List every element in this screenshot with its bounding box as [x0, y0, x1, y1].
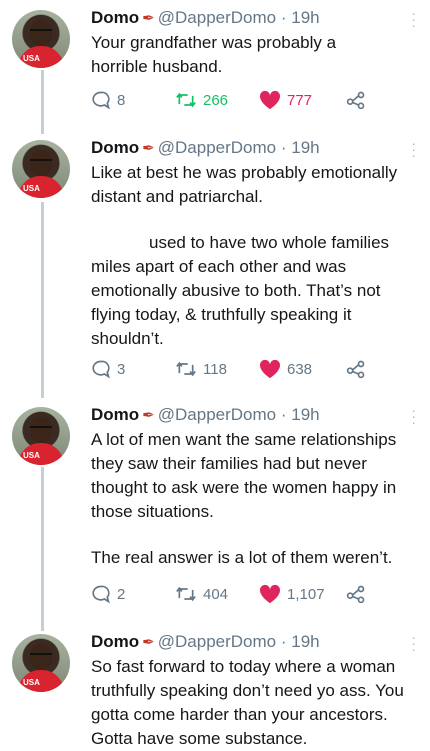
- retweet-count: 118: [203, 360, 227, 378]
- retweet-icon: [176, 92, 196, 108]
- tweet-paragraph: Like at best he was probably emotionally…: [91, 163, 398, 206]
- tweet-paragraph: The real answer is a lot of them weren’t…: [91, 548, 393, 567]
- pen-icon: ✒: [142, 634, 155, 651]
- reply-button[interactable]: 8: [91, 88, 125, 112]
- avatar-badge: USA: [23, 184, 40, 193]
- author-handle[interactable]: @DapperDomo: [158, 138, 276, 157]
- tweet-paragraph: So fast forward to today where a woman t…: [91, 657, 404, 748]
- tweet[interactable]: USA Domo ✒ @DapperDomo · 19h Like at best …: [0, 136, 430, 386]
- tweet-header: Domo ✒ @DapperDomo · 19h: [91, 136, 416, 160]
- share-button[interactable]: [345, 357, 373, 381]
- share-button[interactable]: [345, 582, 373, 606]
- author-handle[interactable]: @DapperDomo: [158, 8, 276, 27]
- tweet-paragraph: A lot of men want the same relationships…: [91, 430, 397, 521]
- tweet[interactable]: USA Domo ✒ @DapperDomo · 19h So fast forwa…: [0, 630, 430, 750]
- avatar-badge: USA: [23, 451, 40, 460]
- author-name[interactable]: Domo: [91, 405, 139, 424]
- more-options-icon[interactable]: · · ·: [411, 6, 416, 32]
- reply-count: 8: [117, 91, 126, 109]
- retweet-button[interactable]: 404: [175, 582, 228, 606]
- retweet-icon: [176, 361, 196, 377]
- heart-icon: [259, 359, 281, 379]
- reply-icon: [92, 585, 110, 604]
- tweet-text: So fast forward to today where a woman t…: [91, 655, 416, 751]
- more-options-icon[interactable]: · · ·: [411, 403, 416, 429]
- pen-icon: ✒: [142, 407, 155, 424]
- author-handle[interactable]: @DapperDomo: [158, 632, 276, 651]
- like-button[interactable]: 777: [259, 88, 312, 112]
- share-button[interactable]: [345, 88, 373, 112]
- more-options-icon[interactable]: · · ·: [411, 630, 416, 656]
- tweet-paragraph: used to have two whole families miles ap…: [91, 233, 390, 348]
- more-options-icon[interactable]: · · ·: [411, 136, 416, 162]
- author-handle[interactable]: @DapperDomo: [158, 405, 276, 424]
- reply-button[interactable]: 3: [91, 357, 125, 381]
- retweet-count: 404: [203, 585, 229, 603]
- reply-count: 3: [117, 360, 126, 378]
- avatar[interactable]: USA: [12, 140, 70, 198]
- share-icon: [346, 91, 365, 110]
- retweet-icon: [176, 586, 196, 602]
- tweet-text: A lot of men want the same relationships…: [91, 428, 409, 570]
- retweet-count: 266: [203, 91, 229, 109]
- reply-icon: [92, 91, 110, 110]
- tweet-paragraph: Your grandfather was probably a horrible…: [91, 33, 337, 76]
- tweet-header: Domo ✒ @DapperDomo · 19h: [91, 630, 416, 654]
- like-button[interactable]: 1,107: [259, 582, 325, 606]
- reply-button[interactable]: 2: [91, 582, 125, 606]
- tweet-text: Like at best he was probably emotionally…: [91, 161, 416, 351]
- share-icon: [346, 585, 365, 604]
- like-count: 1,107: [287, 585, 325, 603]
- pen-icon: ✒: [142, 10, 155, 27]
- author-name[interactable]: Domo: [91, 138, 139, 157]
- pen-icon: ✒: [142, 140, 155, 157]
- retweet-button[interactable]: 266: [175, 88, 228, 112]
- retweet-button[interactable]: 118: [175, 357, 227, 381]
- timestamp[interactable]: 19h: [291, 632, 319, 651]
- reply-icon: [92, 360, 110, 379]
- like-button[interactable]: 638: [259, 357, 312, 381]
- avatar[interactable]: USA: [12, 10, 70, 68]
- author-name[interactable]: Domo: [91, 632, 139, 651]
- reply-count: 2: [117, 585, 126, 603]
- avatar-badge: USA: [23, 678, 40, 687]
- timestamp[interactable]: 19h: [291, 138, 319, 157]
- author-name[interactable]: Domo: [91, 8, 139, 27]
- heart-icon: [259, 584, 281, 604]
- timestamp[interactable]: 19h: [291, 405, 319, 424]
- tweet-header: Domo ✒ @DapperDomo · 19h: [91, 403, 416, 427]
- avatar-badge: USA: [23, 54, 40, 63]
- tweet-text: Your grandfather was probably a horrible…: [91, 31, 391, 79]
- avatar[interactable]: USA: [12, 407, 70, 465]
- share-icon: [346, 360, 365, 379]
- timestamp[interactable]: 19h: [291, 8, 319, 27]
- like-count: 638: [287, 360, 313, 378]
- tweet-header: Domo ✒ @DapperDomo · 19h: [91, 6, 416, 30]
- avatar[interactable]: USA: [12, 634, 70, 692]
- heart-icon: [259, 90, 281, 110]
- like-count: 777: [287, 91, 313, 109]
